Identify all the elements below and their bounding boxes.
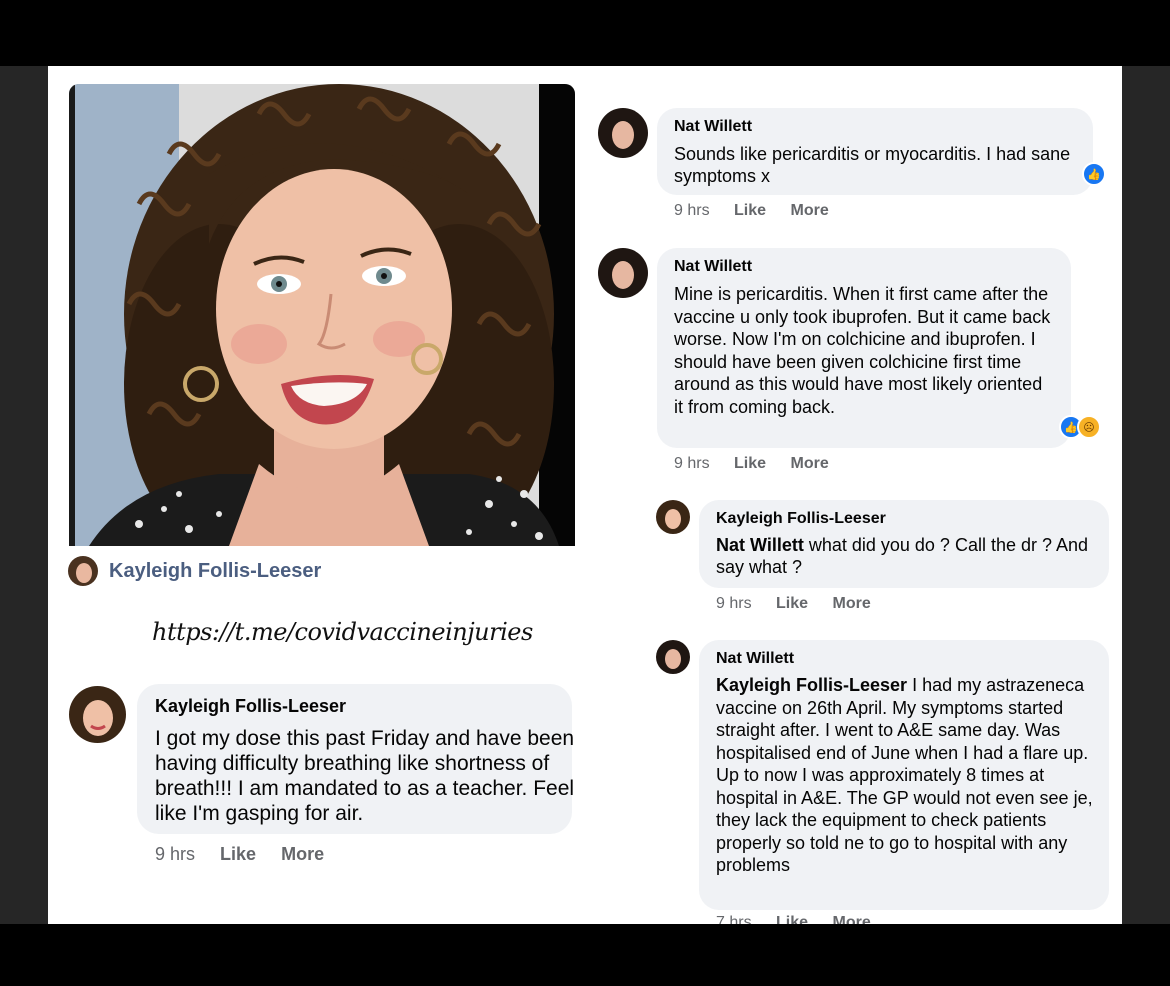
reply-body: I had my astrazeneca vaccine on 26th Apr…: [716, 675, 1093, 875]
more-button[interactable]: More: [833, 595, 871, 612]
more-button[interactable]: More: [791, 455, 829, 472]
reply-bubble: Nat Willett Kayleigh Follis-Leeser I had…: [699, 640, 1109, 910]
more-button[interactable]: More: [833, 914, 871, 924]
reply-author[interactable]: Nat Willett: [716, 650, 794, 668]
reactions[interactable]: 👍 ☹: [1059, 415, 1101, 439]
avatar[interactable]: [69, 686, 126, 743]
post-author-name[interactable]: Kayleigh Follis-Leeser: [109, 560, 321, 583]
reactions[interactable]: 👍: [1082, 162, 1106, 186]
mention-tag[interactable]: Kayleigh Follis-Leeser: [716, 675, 907, 695]
avatar-image: [656, 640, 690, 674]
mention-tag[interactable]: Nat Willett: [716, 535, 804, 555]
reply-bubble: Nat Willett Sounds like pericarditis or …: [657, 108, 1093, 195]
profile-photo[interactable]: [69, 84, 575, 546]
like-button[interactable]: Like: [776, 595, 808, 612]
reply-time[interactable]: 7 hrs: [716, 914, 752, 924]
avatar-image: [598, 108, 648, 158]
sad-reaction-icon: ☹: [1077, 415, 1101, 439]
like-button[interactable]: Like: [734, 202, 766, 219]
more-button[interactable]: More: [791, 202, 829, 219]
avatar[interactable]: [598, 248, 648, 298]
telegram-link-text: https://t.me/covidvaccineinjuries: [152, 618, 533, 646]
avatar[interactable]: [598, 108, 648, 158]
reply-author[interactable]: Nat Willett: [674, 258, 752, 276]
reply-actions: 9 hrs Like More: [716, 595, 891, 613]
avatar[interactable]: [656, 640, 690, 674]
reply-bubble: Nat Willett Mine is pericarditis. When i…: [657, 248, 1071, 448]
like-button[interactable]: Like: [734, 455, 766, 472]
avatar-image: [598, 248, 648, 298]
portrait-image: [69, 84, 575, 546]
reply-text: Mine is pericarditis. When it first came…: [674, 284, 1051, 417]
reply-time[interactable]: 9 hrs: [674, 455, 710, 472]
like-button[interactable]: Like: [776, 914, 808, 924]
reply-actions: 7 hrs Like More: [716, 914, 891, 924]
reply-bubble: Kayleigh Follis-Leeser Nat Willett what …: [699, 500, 1109, 588]
reply-author[interactable]: Kayleigh Follis-Leeser: [716, 510, 886, 528]
comment-time[interactable]: 9 hrs: [155, 844, 195, 864]
comment-bubble: Kayleigh Follis-Leeser I got my dose thi…: [137, 684, 574, 834]
reply-text: Sounds like pericarditis or myocarditis.…: [674, 144, 1071, 186]
avatar[interactable]: [656, 500, 690, 534]
reply-author[interactable]: Nat Willett: [674, 118, 752, 136]
reply-text: Nat Willett what did you do ? Call the d…: [716, 534, 1102, 578]
comment-actions: 9 hrs Like More: [155, 844, 344, 865]
avatar[interactable]: [68, 556, 98, 586]
reply-actions: 9 hrs Like More: [674, 202, 849, 220]
like-button[interactable]: Like: [220, 844, 256, 864]
more-button[interactable]: More: [281, 844, 324, 864]
reply-text: Kayleigh Follis-Leeser I had my astrazen…: [716, 674, 1102, 877]
reply-time[interactable]: 9 hrs: [716, 595, 752, 612]
like-reaction-icon: 👍: [1082, 162, 1106, 186]
avatar-image: [69, 686, 126, 743]
comment-text: I got my dose this past Friday and have …: [155, 727, 575, 825]
comment-author[interactable]: Kayleigh Follis-Leeser: [155, 696, 346, 717]
reply-actions: 9 hrs Like More: [674, 455, 849, 473]
avatar-image: [68, 556, 98, 586]
page: Kayleigh Follis-Leeser https://t.me/covi…: [48, 66, 1122, 924]
avatar-image: [656, 500, 690, 534]
reply-time[interactable]: 9 hrs: [674, 202, 710, 219]
